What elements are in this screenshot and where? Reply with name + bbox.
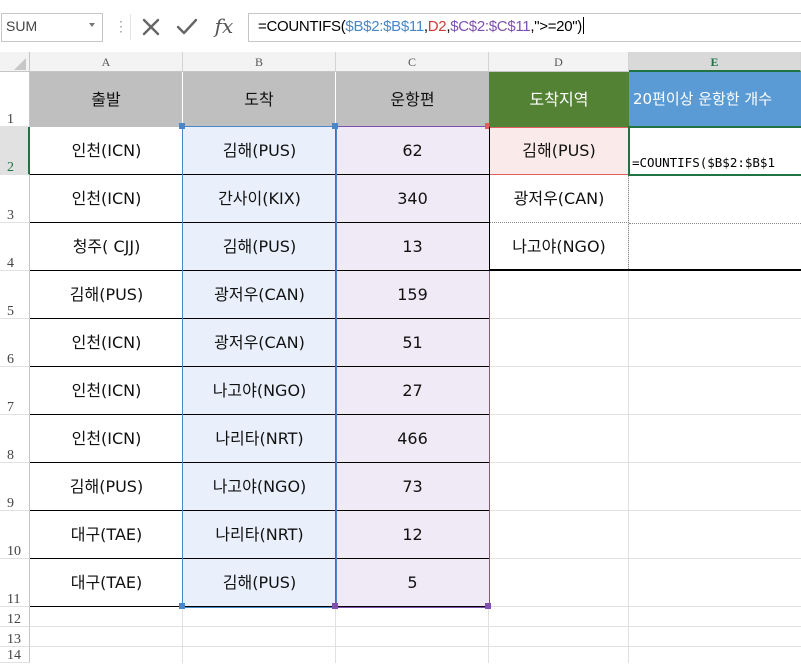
table-cell-departure[interactable]: 대구(TAE) xyxy=(30,511,183,559)
range-c-handle-br[interactable] xyxy=(485,603,491,609)
range-b-handle-tl[interactable] xyxy=(179,123,185,129)
header-flights[interactable]: 운항편 xyxy=(336,72,489,127)
header-count-title[interactable]: 20편이상 운항한 개수 xyxy=(629,72,801,127)
range-b-handle-tr[interactable] xyxy=(332,123,338,129)
region-cell[interactable]: 나고야(NGO) xyxy=(489,223,629,271)
header-arrival[interactable]: 도착 xyxy=(183,72,336,127)
range-b-handle-bl[interactable] xyxy=(179,603,185,609)
table-cell-departure[interactable]: 인천(ICN) xyxy=(30,127,183,175)
range-c-handle-bl[interactable] xyxy=(332,603,338,609)
range-b-border xyxy=(182,126,337,608)
table-cell-departure[interactable]: 인천(ICN) xyxy=(30,367,183,415)
table-cell-departure[interactable]: 인천(ICN) xyxy=(30,175,183,223)
e3-dotted-border xyxy=(629,223,801,224)
header-departure[interactable]: 출발 xyxy=(30,72,183,127)
e-dotted-left-border xyxy=(628,176,629,271)
region-cell[interactable]: 김해(PUS) xyxy=(489,127,629,175)
table-cell-departure[interactable]: 김해(PUS) xyxy=(30,271,183,319)
result-table-left-border xyxy=(489,127,490,271)
header-arrival-region[interactable]: 도착지역 xyxy=(489,72,629,127)
range-c-border xyxy=(335,126,490,608)
flight-table: 출발 도착 운항편 인천(ICN) 김해(PUS) 62 인천(ICN) 간사이(KIX… xyxy=(30,72,490,608)
table-cell-departure[interactable]: 김해(PUS) xyxy=(30,463,183,511)
editing-cell-text: =COUNTIFS($B$2:$B$1 xyxy=(632,155,775,170)
region-cell[interactable]: 광저우(CAN) xyxy=(489,175,629,223)
result-table-bottom-border xyxy=(489,269,801,271)
table-cell-departure[interactable]: 청주( CJJ) xyxy=(30,223,183,271)
table-cell-departure[interactable]: 대구(TAE) xyxy=(30,559,183,607)
table-cell-departure[interactable]: 인천(ICN) xyxy=(30,415,183,463)
table-cell-departure[interactable]: 인천(ICN) xyxy=(30,319,183,367)
